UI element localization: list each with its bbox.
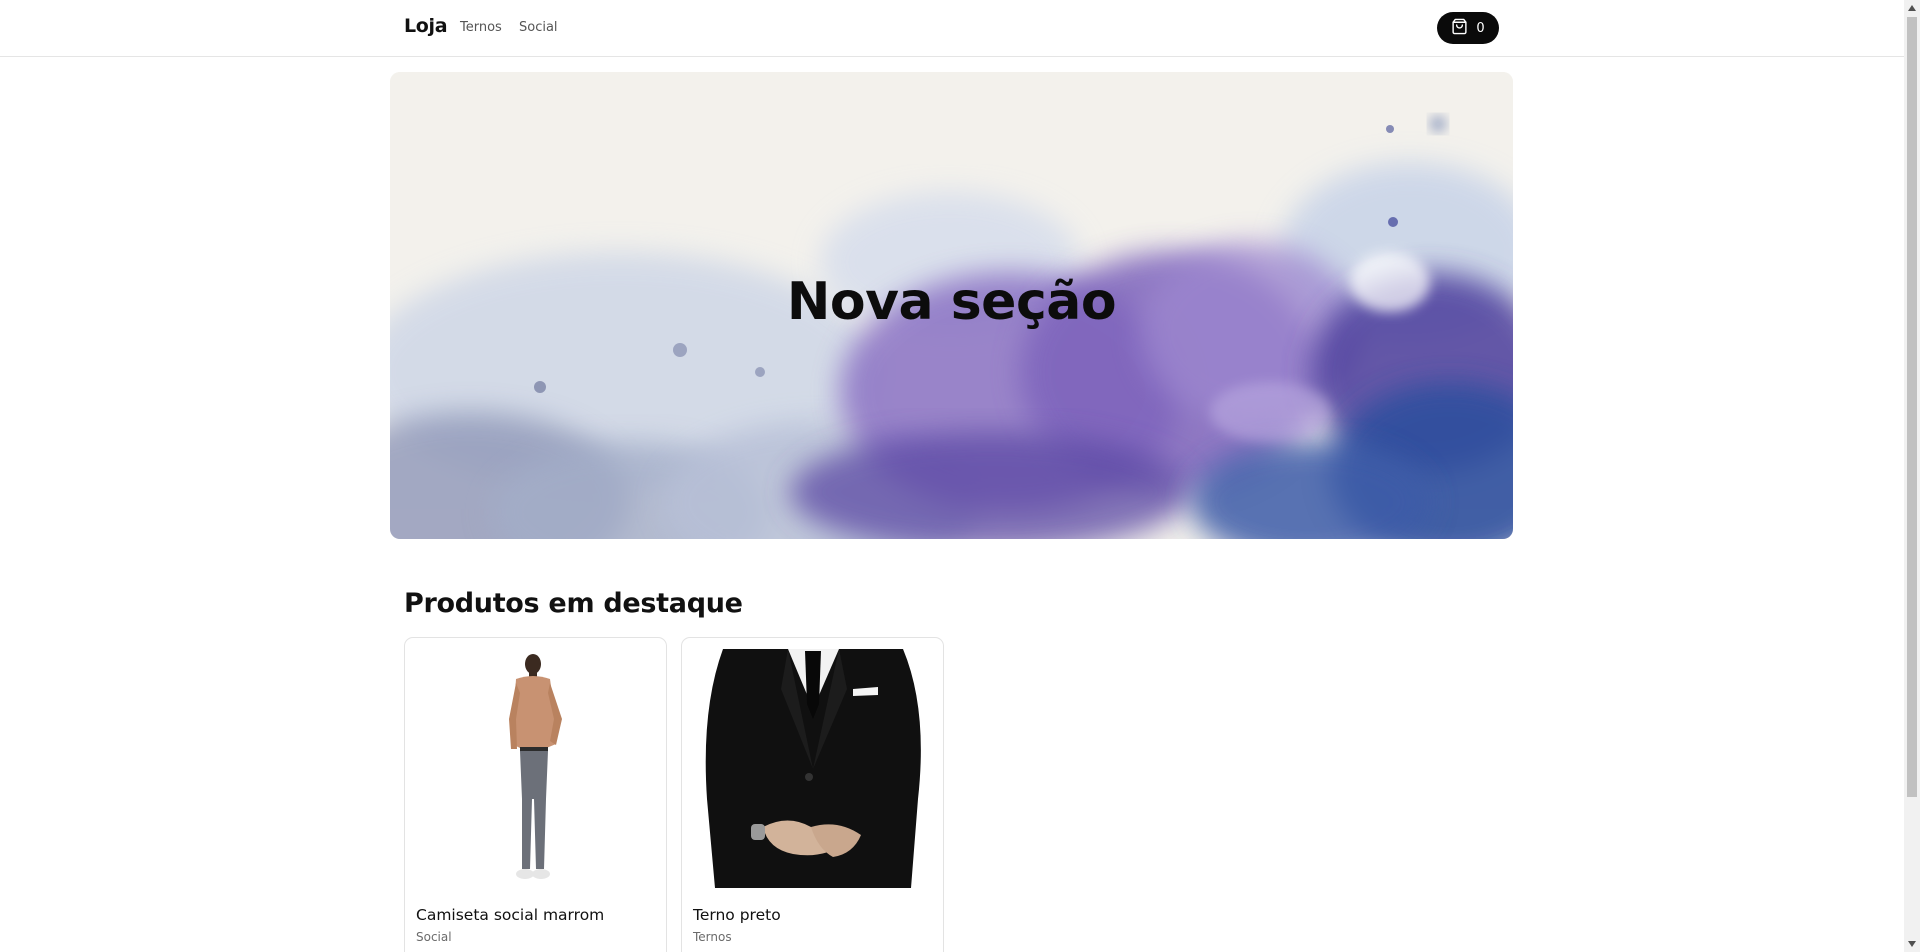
cart-button[interactable]: 0 <box>1437 12 1499 44</box>
product-image-man-in-brown-shirt <box>416 649 657 888</box>
scrollbar-thumb[interactable] <box>1907 17 1917 797</box>
product-category: Social <box>416 930 452 944</box>
page: Loja Ternos Social 0 Nova seção Produtos… <box>0 0 1904 952</box>
hero-banner: Nova seção <box>390 72 1513 539</box>
site-header: Loja Ternos Social 0 <box>0 0 1904 57</box>
product-card[interactable]: Terno preto Ternos <box>681 637 944 952</box>
store-logo[interactable]: Loja <box>404 15 448 37</box>
hero-title: Nova seção <box>786 272 1117 332</box>
product-image-black-suit <box>693 649 934 888</box>
nav-link-ternos[interactable]: Ternos <box>460 20 502 35</box>
cart-count: 0 <box>1476 20 1485 36</box>
page-scrollbar[interactable] <box>1904 0 1920 952</box>
featured-products-title: Produtos em destaque <box>404 588 743 619</box>
product-card[interactable]: Camiseta social marrom Social <box>404 637 667 952</box>
scroll-down-arrow-icon[interactable] <box>1904 936 1920 952</box>
product-name: Camiseta social marrom <box>416 906 605 924</box>
nav-link-social[interactable]: Social <box>519 20 558 35</box>
product-name: Terno preto <box>693 906 781 924</box>
product-category: Ternos <box>693 930 732 944</box>
shopping-bag-icon <box>1451 18 1468 38</box>
scroll-up-arrow-icon[interactable] <box>1904 0 1920 16</box>
